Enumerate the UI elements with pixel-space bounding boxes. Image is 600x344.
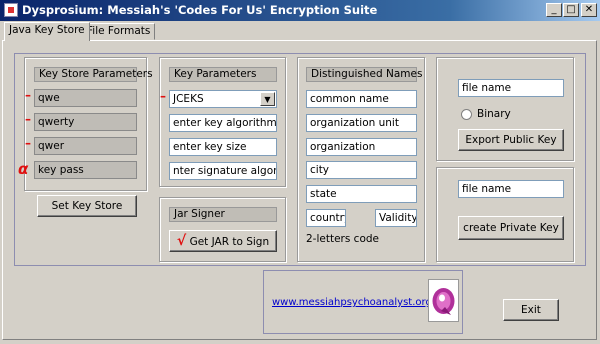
keystore-header: Key Store Parameters [34, 67, 153, 82]
export-public-key-button[interactable]: Export Public Key [458, 129, 564, 151]
red-mark-icon: – [160, 89, 166, 103]
distinguished-names-header: Distinguished Names [306, 67, 422, 82]
country-code-hint: 2-letters code [306, 233, 379, 245]
chevron-down-icon[interactable]: ▼ [260, 92, 275, 106]
red-mark-icon: – [25, 88, 31, 102]
keystore-name-field[interactable]: qwe [34, 89, 137, 107]
country-input[interactable]: country [306, 209, 346, 227]
keystore-password-field[interactable]: qwerty [34, 113, 137, 131]
signature-algorithm-input[interactable]: nter signature algorithm [169, 162, 277, 180]
maximize-button[interactable]: □ [563, 3, 579, 17]
app-icon [4, 3, 18, 17]
get-jar-label: Get JAR to Sign [189, 236, 270, 248]
dropdown-value: JCEKS [173, 93, 204, 105]
public-file-name-input[interactable]: file name [458, 79, 564, 97]
window-title: Dysprosium: Messiah's 'Codes For Us' Enc… [22, 3, 378, 17]
get-jar-to-sign-button[interactable]: √ Get JAR to Sign [169, 230, 277, 252]
close-button[interactable]: ✕ [581, 3, 597, 17]
binary-radio[interactable] [461, 109, 472, 120]
private-file-name-input[interactable]: file name [458, 180, 564, 198]
organization-input[interactable]: organization [306, 138, 417, 156]
exit-button[interactable]: Exit [503, 299, 559, 321]
phoenix-logo-icon [428, 279, 459, 322]
keystore-alias-field[interactable]: qwer [34, 137, 137, 155]
tab-java-key-store[interactable]: Java Key Store [4, 22, 90, 41]
red-mark-icon: – [25, 112, 31, 126]
key-algorithm-input[interactable]: enter key algorithm [169, 114, 277, 132]
common-name-input[interactable]: common name [306, 90, 417, 108]
tab-file-formats[interactable]: File Formats [82, 23, 156, 40]
distinguished-names-group [297, 57, 425, 262]
validity-input[interactable]: Validity [375, 209, 417, 227]
state-input[interactable]: state [306, 185, 417, 203]
city-input[interactable]: city [306, 161, 417, 179]
key-pass-field[interactable]: key pass [34, 161, 137, 179]
key-size-input[interactable]: enter key size [169, 138, 277, 156]
key-parameters-header: Key Parameters [169, 67, 277, 82]
binary-label: Binary [477, 108, 511, 120]
create-private-key-button[interactable]: create Private Key [458, 216, 564, 240]
minimize-button[interactable]: _ [546, 3, 562, 17]
jar-signer-header: Jar Signer [169, 207, 277, 222]
keystore-type-dropdown[interactable]: JCEKS ▼ [169, 90, 277, 108]
phoenix-logo-graphic [432, 288, 455, 315]
red-mark-icon: – [25, 136, 31, 150]
organization-unit-input[interactable]: organization unit [306, 114, 417, 132]
set-key-store-button[interactable]: Set Key Store [37, 195, 137, 217]
red-alpha-mark-icon: α [18, 160, 29, 178]
website-link[interactable]: www.messiahpsychoanalyst.org [272, 297, 432, 308]
checkmark-icon: √ [176, 233, 187, 249]
